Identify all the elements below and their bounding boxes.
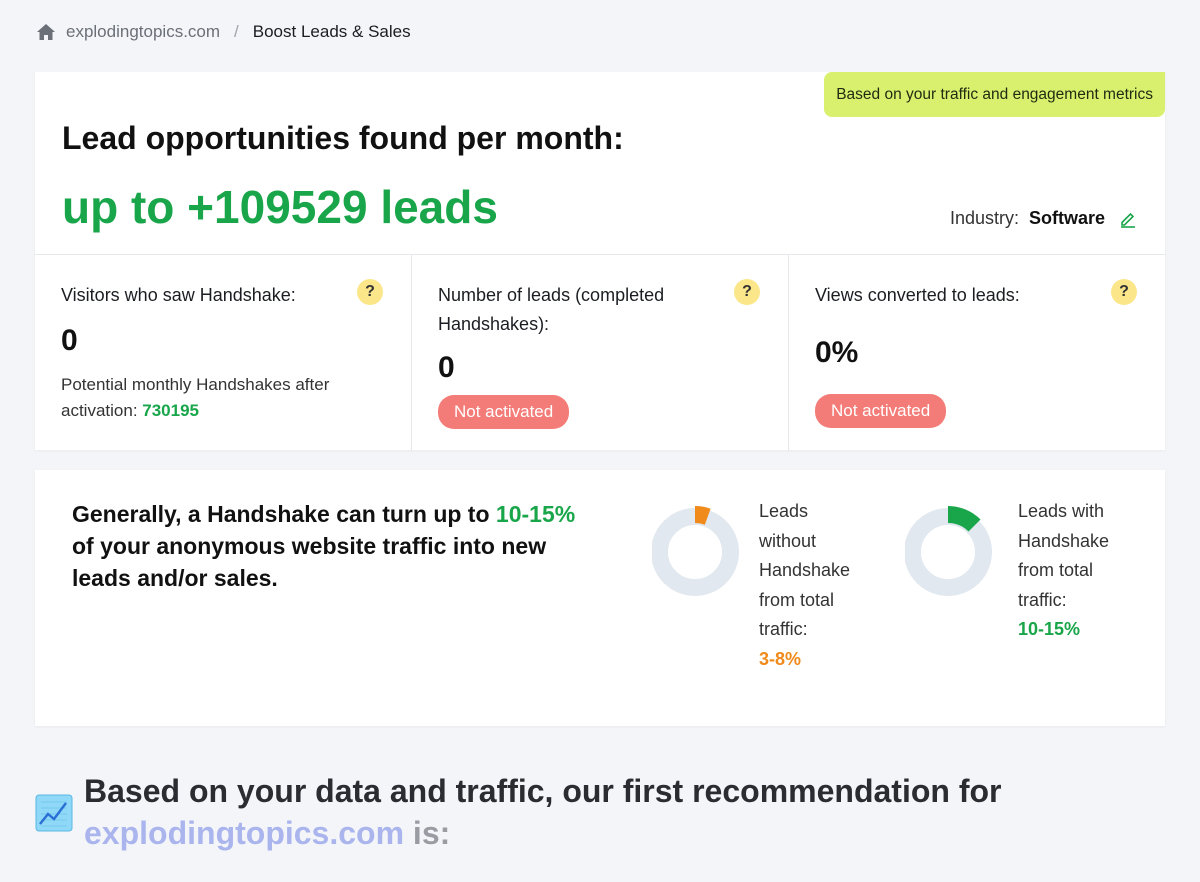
stat-title: Visitors who saw Handshake: bbox=[61, 285, 296, 305]
donut-label-line: from total bbox=[759, 589, 835, 610]
stat-title: Number of leads (completed Handshakes): bbox=[438, 285, 665, 334]
breadcrumb-separator: / bbox=[234, 22, 239, 41]
donut-without-handshake bbox=[652, 506, 739, 596]
stat-title: Views converted to leads: bbox=[815, 285, 1020, 305]
info-text-part: of your anonymous website traffic into n… bbox=[72, 533, 547, 591]
reco-line: Based on your data and traffic, our firs… bbox=[84, 773, 1002, 809]
stats-row: Visitors who saw Handshake: ? 0 Potentia… bbox=[35, 254, 1165, 450]
status-badge: Not activated bbox=[438, 395, 570, 429]
handshake-info-card: Generally, a Handshake can turn up to 10… bbox=[35, 470, 1165, 726]
metrics-badge: Based on your traffic and engagement met… bbox=[824, 72, 1165, 117]
reco-domain: explodingtopics.com bbox=[84, 815, 405, 851]
status-badge: Not activated bbox=[815, 394, 947, 428]
donut-label-with: Leads with Handshake from total traffic:… bbox=[1018, 497, 1109, 645]
donut-label-line: traffic: bbox=[1018, 589, 1067, 610]
stat-visitors: Visitors who saw Handshake: ? 0 Potentia… bbox=[35, 255, 412, 450]
leads-count: up to +109529 leads bbox=[62, 181, 498, 233]
donut-label-line: Leads with bbox=[1018, 501, 1105, 521]
donut-label-line: from total bbox=[1018, 560, 1094, 580]
donut-pct-with: 10-15% bbox=[1018, 619, 1081, 639]
donut-label-line: Handshake bbox=[759, 560, 851, 580]
stat-conversion: Views converted to leads: ? 0% Not activ… bbox=[789, 255, 1165, 450]
potential-handshakes-value: 730195 bbox=[142, 401, 199, 420]
industry-selector: Industry: Software bbox=[950, 208, 1137, 229]
donut-pct-without: 3-8% bbox=[759, 648, 802, 669]
page-title: Lead opportunities found per month: bbox=[62, 120, 624, 156]
info-text-part: Generally, a Handshake can turn up to bbox=[72, 501, 496, 527]
chart-trend-icon bbox=[35, 794, 73, 832]
breadcrumb: explodingtopics.com / Boost Leads & Sale… bbox=[36, 22, 411, 42]
reco-line: explodingtopics.com is: bbox=[84, 812, 450, 854]
home-icon[interactable] bbox=[36, 23, 56, 41]
breadcrumb-current-page: Boost Leads & Sales bbox=[252, 22, 411, 41]
help-icon[interactable]: ? bbox=[357, 279, 383, 305]
stat-value: 0 bbox=[438, 351, 455, 384]
donut-label-line: traffic: bbox=[759, 619, 808, 639]
donut-label-line: without bbox=[759, 530, 817, 551]
stat-subtext: Potential monthly Handshakes after activ… bbox=[61, 372, 361, 424]
stat-value: 0% bbox=[815, 336, 859, 369]
donut-ring bbox=[905, 508, 992, 596]
edit-pencil-icon[interactable] bbox=[1119, 210, 1137, 228]
industry-value: Software bbox=[1028, 208, 1105, 228]
donut-label-line: Handshake bbox=[1018, 530, 1110, 551]
help-icon[interactable]: ? bbox=[1111, 279, 1137, 305]
reco-suffix: is: bbox=[404, 815, 451, 851]
info-highlight: 10-15% bbox=[495, 501, 576, 527]
donut-label-line: Leads bbox=[759, 501, 809, 521]
donut-with-handshake bbox=[905, 506, 992, 596]
industry-label: Industry: bbox=[949, 208, 1019, 228]
donut-ring bbox=[652, 508, 739, 596]
donut-label-without: Leads without Handshake from total traff… bbox=[759, 497, 850, 674]
breadcrumb-domain-link[interactable]: explodingtopics.com bbox=[66, 22, 220, 42]
stat-leads: Number of leads (completed Handshakes): … bbox=[412, 255, 789, 450]
info-text: Generally, a Handshake can turn up to 10… bbox=[72, 498, 592, 594]
lead-opportunities-card: Based on your traffic and engagement met… bbox=[35, 72, 1165, 450]
help-icon[interactable]: ? bbox=[734, 279, 760, 305]
stat-value: 0 bbox=[61, 324, 78, 357]
